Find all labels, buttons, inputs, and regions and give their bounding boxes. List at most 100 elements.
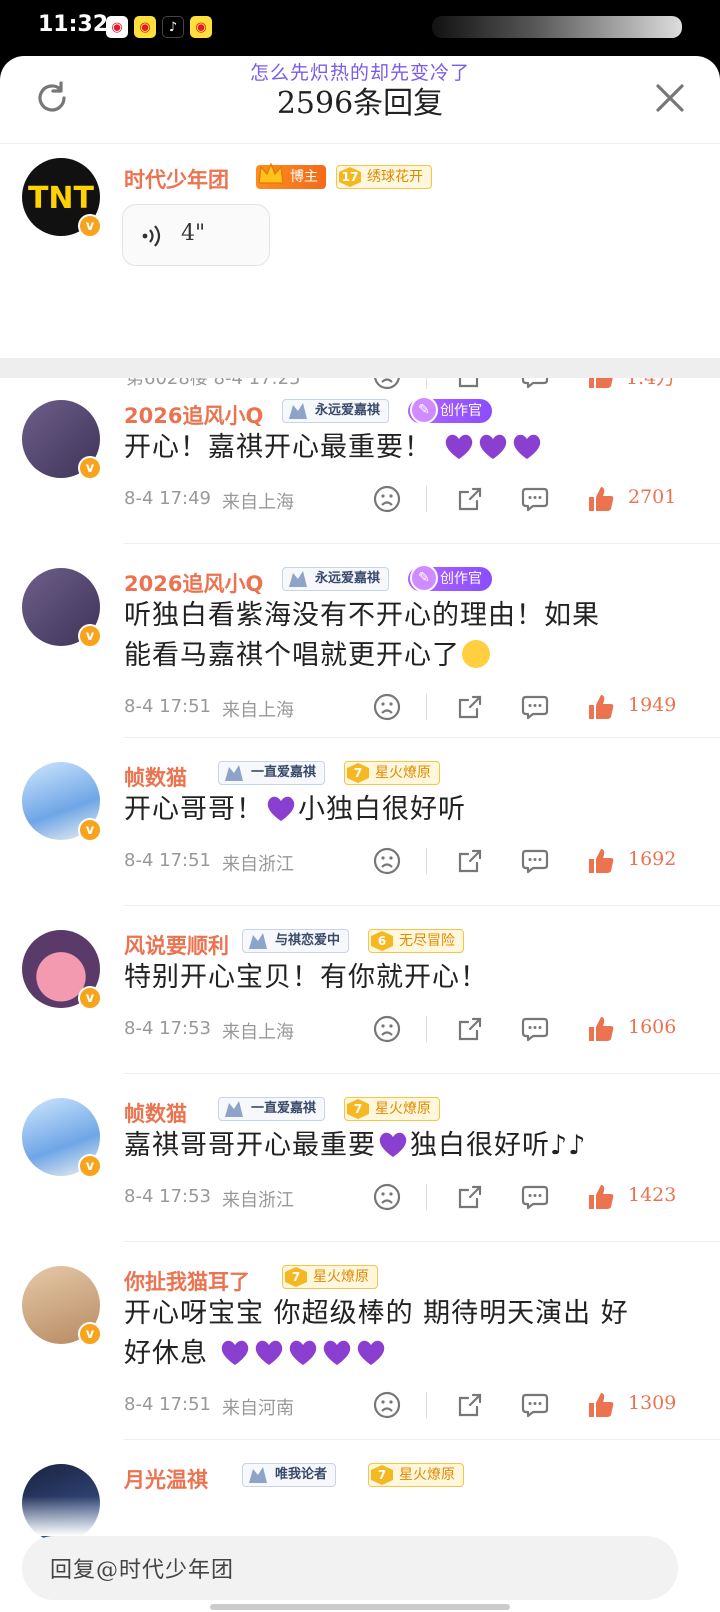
like-icon[interactable] — [586, 1014, 616, 1044]
fan-tag-icon — [289, 571, 307, 587]
dislike-icon[interactable] — [372, 1014, 402, 1044]
fan-tag-icon — [249, 1467, 267, 1483]
verified-badge-icon: v — [78, 624, 102, 648]
username[interactable]: 月光温祺 — [124, 1464, 208, 1494]
share-icon[interactable] — [455, 846, 485, 876]
share-icon[interactable] — [455, 1182, 485, 1212]
username[interactable]: 风说要顺利 — [124, 930, 229, 960]
avatar[interactable]: v — [22, 1098, 102, 1178]
verified-badge-icon: v — [78, 214, 102, 238]
like-icon[interactable] — [586, 846, 616, 876]
reply-text-line: 听独白看紫海没有不开心的理由！如果 — [124, 600, 600, 631]
purple-heart-icon — [513, 434, 540, 459]
comment-icon[interactable] — [520, 1014, 550, 1044]
reply-text-block: 听独白看紫海没有不开心的理由！如果 能看马嘉祺个唱就更开心了 — [124, 596, 684, 676]
close-icon[interactable] — [652, 80, 688, 116]
comment-icon[interactable] — [520, 1390, 550, 1420]
fan-tag-icon — [225, 765, 243, 781]
reply-text: 嘉祺哥哥开心最重要 — [124, 1130, 376, 1161]
dislike-icon[interactable] — [372, 1390, 402, 1420]
fan-tag: 永远爱嘉祺 — [282, 398, 390, 424]
share-icon[interactable] — [455, 484, 485, 514]
creator-icon: ✎ — [410, 396, 438, 424]
verified-badge-icon: v — [78, 986, 102, 1010]
weibo-notif-icon: ◉ — [134, 16, 156, 38]
username[interactable]: 帧数猫 — [124, 762, 187, 792]
reply-location: 来自浙江 — [222, 1190, 294, 1211]
voice-icon — [142, 225, 161, 247]
share-icon[interactable] — [455, 1014, 485, 1044]
fan-tag-icon — [225, 1101, 243, 1117]
reply-text: 开心哥哥！ — [124, 794, 264, 825]
username[interactable]: 2026追风小Q — [124, 568, 263, 598]
verified-badge-icon: v — [78, 1154, 102, 1178]
reply-item: v 2026追风小Q 永远爱嘉祺 ✎ 创作官 听独白看紫海没有不开心的理由！如果能… — [0, 544, 720, 738]
purple-heart-icon — [323, 1340, 350, 1365]
action-separator — [426, 1016, 427, 1042]
dislike-icon[interactable] — [372, 692, 402, 722]
status-app-icons: ◉ ◉ ♪ ◉ — [106, 16, 212, 38]
weibo-notif-icon: ◉ — [106, 16, 128, 38]
like-count: 2701 — [628, 486, 677, 508]
dislike-icon[interactable] — [372, 484, 402, 514]
like-icon[interactable] — [586, 1182, 616, 1212]
username[interactable]: 2026追风小Q — [124, 400, 263, 430]
avatar[interactable]: v — [22, 568, 102, 648]
avatar[interactable]: v — [22, 1266, 102, 1346]
action-separator — [426, 486, 427, 512]
avatar[interactable]: v — [22, 400, 102, 480]
fire-level-tag: 6 无尽冒险 — [368, 928, 464, 954]
dislike-icon[interactable] — [372, 1182, 402, 1212]
like-count: 1606 — [628, 1016, 677, 1038]
purple-heart-icon — [379, 1132, 407, 1157]
reply-item: v 帧数猫 一直爱嘉祺 7 星火燎原 开心哥哥！ 小独白很好听 8-4 17:51 来… — [0, 738, 720, 906]
username[interactable]: 帧数猫 — [124, 1098, 187, 1128]
reply-text-block: 特别开心宝贝！有你就开心！ — [124, 958, 684, 998]
main-comment: TNT v 时代少年团 博主 17 绣球花开 4" 第6028楼 8-4 17:2… — [0, 144, 720, 390]
status-time: 11:32 — [38, 12, 109, 37]
reply-location: 来自浙江 — [222, 854, 294, 875]
reply-location: 来自河南 — [222, 1398, 294, 1419]
dislike-icon[interactable] — [372, 846, 402, 876]
verified-badge-icon: v — [78, 818, 102, 842]
like-icon[interactable] — [586, 484, 616, 514]
share-icon[interactable] — [455, 1390, 485, 1420]
voice-duration: 4" — [181, 221, 206, 246]
fan-tag: 唯我论者 — [242, 1462, 337, 1488]
voice-message[interactable]: 4" — [122, 204, 270, 266]
avatar[interactable]: v — [22, 930, 102, 1010]
username[interactable]: 你扯我猫耳了 — [124, 1266, 250, 1296]
shy-emoji-icon — [462, 640, 490, 668]
like-icon[interactable] — [586, 692, 616, 722]
purple-heart-icon — [289, 1340, 316, 1365]
weibo-notif-icon: ◉ — [190, 16, 212, 38]
purple-heart-icon — [267, 796, 295, 821]
comment-icon[interactable] — [520, 846, 550, 876]
status-bar: 11:32 ◉ ◉ ♪ ◉ — [0, 0, 720, 56]
comment-icon[interactable] — [520, 484, 550, 514]
fire-level-tag: 7 星火燎原 — [344, 1096, 440, 1122]
fan-level-badge: 17 绣球花开 — [336, 164, 432, 190]
reply-input[interactable]: 回复@时代少年团 — [22, 1536, 678, 1600]
comment-icon[interactable] — [520, 692, 550, 722]
comment-icon[interactable] — [520, 1182, 550, 1212]
reply-text-line: 能看马嘉祺个唱就更开心了 — [124, 640, 460, 671]
fan-tag-icon — [249, 933, 267, 949]
avatar[interactable]: v — [22, 762, 102, 842]
like-count: 1949 — [628, 694, 677, 716]
avatar[interactable]: TNT v — [22, 158, 102, 238]
reply-item: v 2026追风小Q 永远爱嘉祺 ✎ 创作官 开心！嘉祺开心最重要！ 8-4 17… — [0, 376, 720, 544]
username[interactable]: 时代少年团 — [124, 164, 229, 194]
purple-heart-icon — [255, 1340, 282, 1365]
blogger-badge: 博主 — [256, 162, 326, 190]
page-title: 2596条回复 — [276, 86, 444, 121]
reply-location: 来自上海 — [222, 492, 294, 513]
reply-time: 8-4 17:49 — [124, 488, 211, 509]
share-icon[interactable] — [455, 692, 485, 722]
fan-tag-icon — [289, 403, 307, 419]
crown-icon — [258, 162, 284, 184]
like-icon[interactable] — [586, 1390, 616, 1420]
reply-item: v 你扯我猫耳了 7 星火燎原 开心呀宝宝 你超级棒的 期待明天演出 好好休息 8… — [0, 1242, 720, 1440]
tiktok-notif-icon: ♪ — [162, 16, 184, 38]
reply-text: 小独白很好听 — [298, 794, 466, 825]
